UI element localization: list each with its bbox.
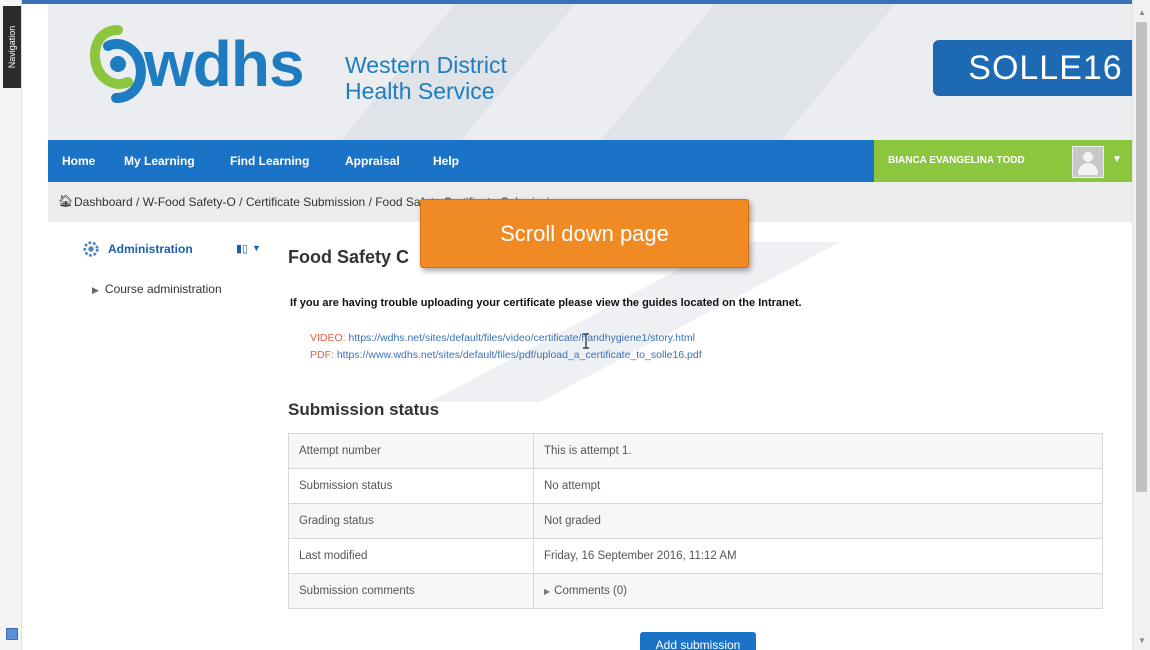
- row-label: Last modified: [288, 538, 534, 574]
- text-cursor-icon: [583, 333, 589, 349]
- table-row: Attempt number This is attempt 1.: [288, 433, 1103, 469]
- course-administration-item[interactable]: ▶ Course administration: [92, 282, 222, 296]
- navigation-tab-label: Navigation: [7, 25, 17, 69]
- administration-title[interactable]: Administration: [108, 242, 193, 256]
- pdf-link[interactable]: https://www.wdhs.net/sites/default/files…: [337, 349, 702, 361]
- help-notice: If you are having trouble uploading your…: [290, 297, 802, 309]
- vertical-scrollbar[interactable]: ▲ ▼: [1132, 0, 1150, 650]
- logo-subtitle-line1: Western District: [345, 52, 507, 78]
- video-link-line: VIDEO: https://wdhs.net/sites/default/fi…: [310, 332, 695, 344]
- row-label: Grading status: [288, 503, 534, 539]
- scroll-up-icon[interactable]: ▲: [1138, 8, 1146, 17]
- row-value: Friday, 16 September 2016, 11:12 AM: [533, 538, 1103, 574]
- logo-subtitle: Western District Health Service: [345, 52, 507, 104]
- row-label: Attempt number: [288, 433, 534, 469]
- pdf-link-line: PDF: https://www.wdhs.net/sites/default/…: [310, 349, 702, 361]
- navigation-drawer-tab[interactable]: Navigation: [3, 6, 21, 88]
- scrollbar-thumb[interactable]: [1136, 22, 1147, 492]
- page-title: Food Safety C: [288, 247, 410, 267]
- avatar-icon: [1072, 146, 1104, 178]
- triangle-right-icon: ▶: [544, 587, 551, 596]
- administration-block: Administration ▮▯ ▼ ▶ Course administrati…: [76, 230, 268, 312]
- table-row: Last modified Friday, 16 September 2016,…: [288, 538, 1103, 574]
- wdhs-logo-icon: [90, 25, 146, 103]
- dock-icon[interactable]: [6, 628, 18, 640]
- add-submission-button[interactable]: Add submission: [640, 632, 756, 650]
- pdf-label: PDF:: [310, 349, 334, 361]
- page: wdhs Western District Health Service SOL…: [22, 0, 1132, 650]
- nav-home[interactable]: Home: [62, 140, 95, 182]
- video-label: VIDEO:: [310, 332, 346, 344]
- gear-icon: [83, 241, 99, 257]
- nav-my-learning[interactable]: My Learning: [124, 140, 195, 182]
- table-row: Grading status Not graded: [288, 503, 1103, 539]
- logo-wordmark: wdhs: [144, 28, 305, 100]
- scroll-down-icon[interactable]: ▼: [1138, 636, 1146, 645]
- course-administration-label: Course administration: [104, 282, 222, 296]
- submission-status-table: Attempt number This is attempt 1. Submis…: [288, 433, 1103, 609]
- app-window: Navigation wdhs Western District Health …: [0, 0, 1150, 650]
- tutorial-callout: Scroll down page: [420, 199, 749, 268]
- row-value: Not graded: [533, 503, 1103, 539]
- table-row: Submission status No attempt: [288, 468, 1103, 504]
- row-value: No attempt: [533, 468, 1103, 504]
- home-icon[interactable]: 🏠︎: [58, 194, 73, 208]
- caret-down-icon[interactable]: ▼: [252, 243, 261, 253]
- video-link[interactable]: https://wdhs.net/sites/default/files/vid…: [349, 332, 696, 344]
- site-badge: SOLLE16: [933, 40, 1132, 96]
- nav-appraisal[interactable]: Appraisal: [345, 140, 400, 182]
- submission-status-heading: Submission status: [288, 400, 440, 419]
- nav-help[interactable]: Help: [433, 140, 459, 182]
- dock-block-icon[interactable]: ▮▯: [236, 242, 248, 255]
- triangle-right-icon: ▶: [92, 285, 99, 295]
- main-navbar: Home My Learning Find Learning Appraisal…: [48, 140, 1132, 182]
- row-value: This is attempt 1.: [533, 433, 1103, 469]
- row-label: Submission status: [288, 468, 534, 504]
- table-row: Submission comments ▶ Comments (0): [288, 573, 1103, 609]
- row-label: Submission comments: [288, 573, 534, 609]
- main-content: Food Safety C If you are having trouble …: [280, 222, 1132, 650]
- header-banner: wdhs Western District Health Service SOL…: [48, 4, 1132, 140]
- user-name: BIANCA EVANGELINA TODD: [888, 155, 1025, 166]
- left-rail: Navigation: [0, 0, 22, 650]
- comments-link: Comments (0): [554, 585, 628, 597]
- comments-cell[interactable]: ▶ Comments (0): [533, 573, 1103, 609]
- nav-find-learning[interactable]: Find Learning: [230, 140, 309, 182]
- user-menu[interactable]: BIANCA EVANGELINA TODD ▼: [874, 140, 1132, 182]
- caret-down-icon: ▼: [1112, 154, 1122, 165]
- logo-subtitle-line2: Health Service: [345, 78, 495, 104]
